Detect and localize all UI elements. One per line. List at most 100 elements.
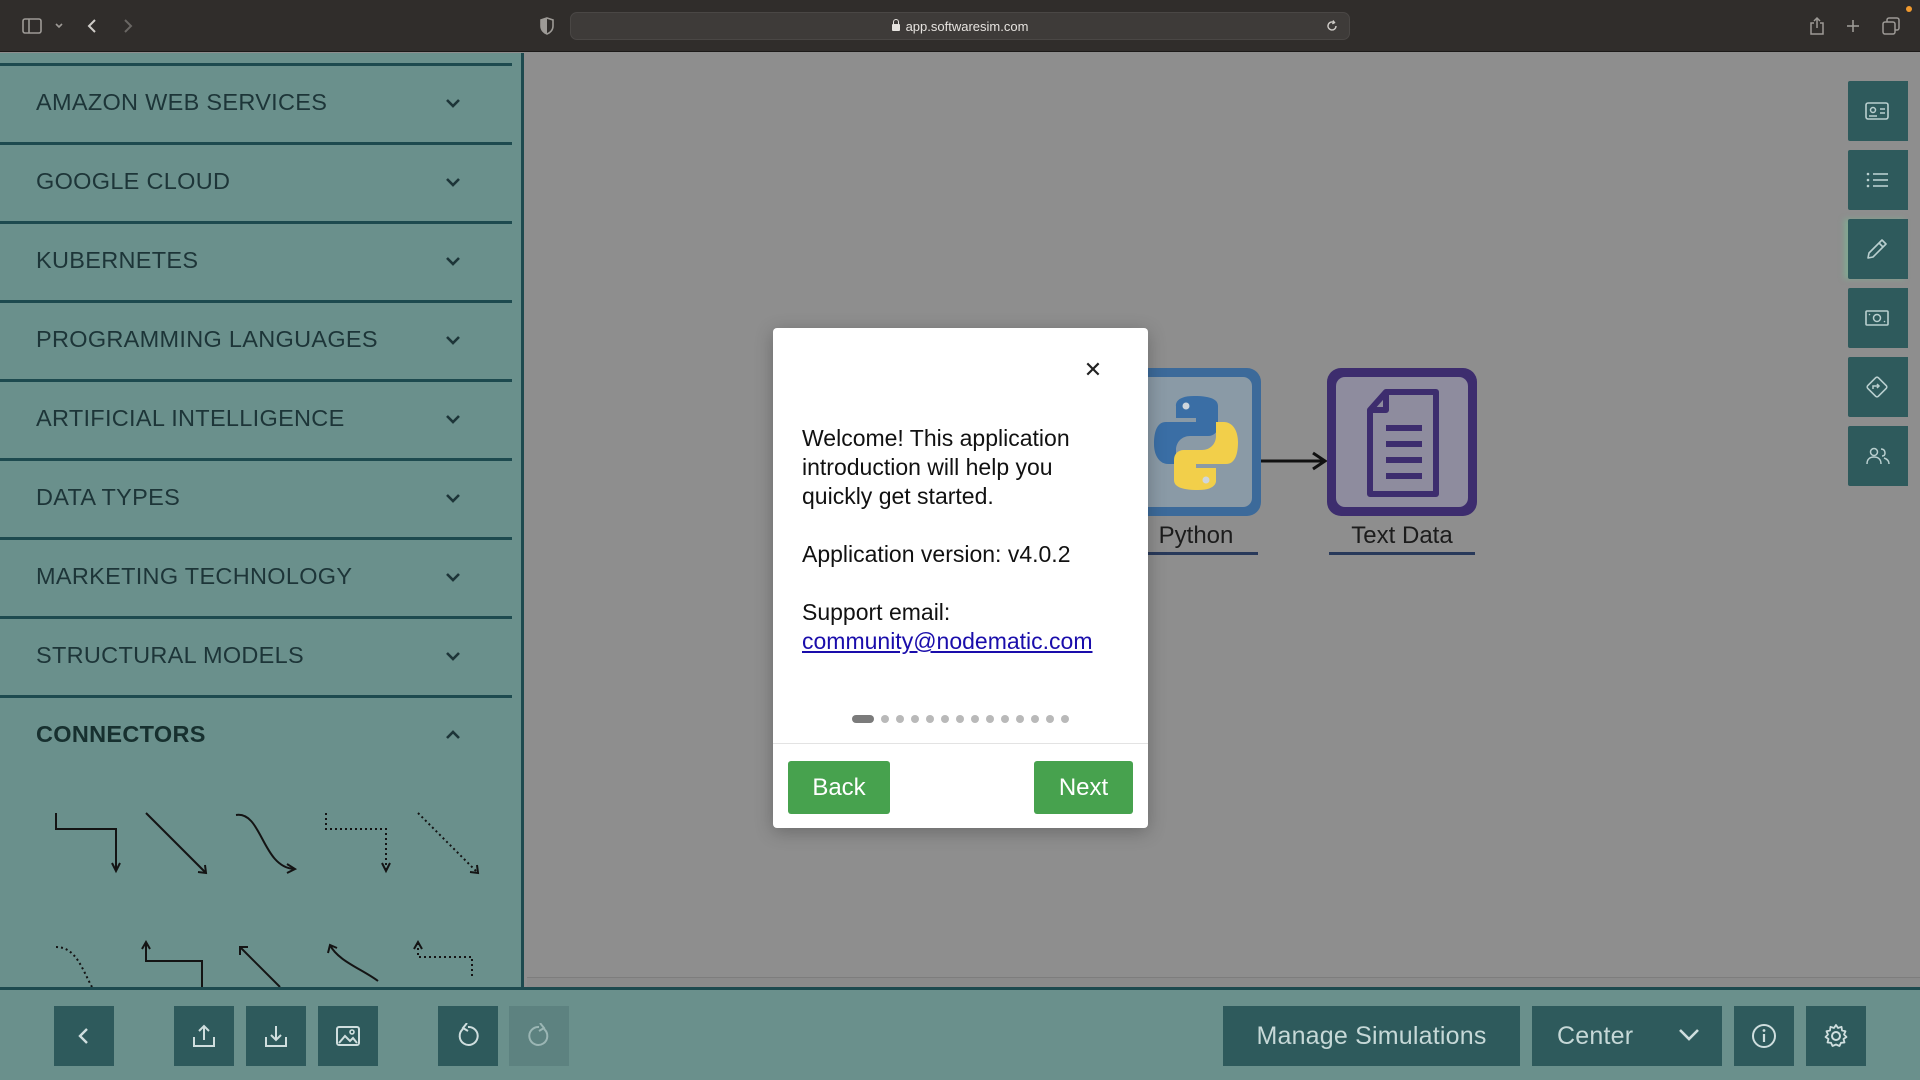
back-button[interactable]: Back <box>788 761 890 814</box>
chevron-left-icon <box>78 1028 88 1044</box>
upload-button[interactable] <box>174 1006 234 1066</box>
category-label: MARKETING TECHNOLOGY <box>36 563 353 589</box>
new-tab-icon[interactable] <box>1842 14 1864 38</box>
pagination-dot[interactable] <box>881 715 889 723</box>
dotted-elbow-up-arrow-icon[interactable] <box>412 939 484 987</box>
diagram-canvas[interactable] <box>527 53 1920 987</box>
close-icon[interactable]: ✕ <box>1081 358 1105 382</box>
chevron-down-icon <box>446 415 460 424</box>
pagination-dot[interactable] <box>911 715 919 723</box>
tool-cost[interactable] <box>1848 288 1908 348</box>
image-icon <box>336 1026 360 1046</box>
dotted-curved-arrow-icon[interactable] <box>52 939 124 987</box>
category-label: KUBERNETES <box>36 247 199 273</box>
category-kubernetes[interactable]: KUBERNETES <box>0 221 512 297</box>
category-label: STRUCTURAL MODELS <box>36 642 304 668</box>
chevron-up-icon <box>446 730 460 739</box>
version-text: Application version: v4.0.2 <box>802 541 1071 567</box>
info-button[interactable] <box>1734 1006 1794 1066</box>
redo-icon <box>528 1023 549 1046</box>
settings-button[interactable] <box>1806 1006 1866 1066</box>
forward-icon[interactable] <box>118 14 138 38</box>
category-label: ARTIFICIAL INTELLIGENCE <box>36 405 345 431</box>
straight-arrow-icon[interactable] <box>140 807 212 879</box>
category-marketing-technology[interactable]: MARKETING TECHNOLOGY <box>0 537 512 613</box>
category-connectors[interactable]: CONNECTORS <box>0 695 512 771</box>
tool-route[interactable] <box>1848 357 1908 417</box>
notification-dot <box>1906 6 1912 12</box>
dotted-elbow-arrow-icon[interactable] <box>322 807 394 879</box>
bottom-toolbar: Manage Simulations Center <box>0 987 1920 1080</box>
pagination-dot[interactable] <box>1001 715 1009 723</box>
sidebar-toggle-icon[interactable] <box>20 14 44 38</box>
category-programming-languages[interactable]: PROGRAMMING LANGUAGES <box>0 300 512 376</box>
reload-icon[interactable] <box>1325 19 1341 35</box>
tab-overview-icon[interactable] <box>1880 14 1902 38</box>
gear-icon <box>1824 1024 1848 1047</box>
python-node[interactable] <box>1130 368 1261 516</box>
node-underline <box>1136 552 1258 555</box>
export-image-button[interactable] <box>318 1006 378 1066</box>
address-bar[interactable]: app.softwaresim.com <box>570 12 1350 40</box>
curved-arrow-icon[interactable] <box>232 807 304 879</box>
python-node-label: Python <box>1158 522 1234 549</box>
pagination-dot[interactable] <box>896 715 904 723</box>
collapse-sidebar-button[interactable] <box>54 1006 114 1066</box>
download-button[interactable] <box>246 1006 306 1066</box>
sidebar-scrollbar[interactable] <box>512 53 521 987</box>
modal-body: Welcome! This application introduction w… <box>802 424 1122 656</box>
manage-simulations-button[interactable]: Manage Simulations <box>1223 1006 1520 1066</box>
tool-properties[interactable] <box>1848 81 1908 141</box>
next-button[interactable]: Next <box>1034 761 1133 814</box>
pagination-dot[interactable] <box>986 715 994 723</box>
category-label: CONNECTORS <box>36 721 206 747</box>
pencil-icon <box>1867 239 1887 259</box>
chevron-down-icon <box>446 99 460 108</box>
pagination-dot[interactable] <box>1046 715 1054 723</box>
text-data-node-label: Text Data <box>1351 522 1453 549</box>
view-select-value: Center <box>1557 1021 1634 1050</box>
text-data-node[interactable] <box>1327 368 1477 516</box>
category-amazon-web-services[interactable]: AMAZON WEB SERVICES <box>0 63 512 139</box>
view-select[interactable]: Center <box>1532 1006 1722 1066</box>
pagination-dot[interactable] <box>1031 715 1039 723</box>
privacy-shield-icon[interactable] <box>536 14 558 38</box>
curved-up-arrow-icon[interactable] <box>322 939 394 987</box>
url-text: app.softwaresim.com <box>905 19 1029 34</box>
tool-list[interactable] <box>1848 150 1908 210</box>
pagination-dot[interactable] <box>1061 715 1069 723</box>
category-data-types[interactable]: DATA TYPES <box>0 458 512 534</box>
category-google-cloud[interactable]: GOOGLE CLOUD <box>0 142 512 218</box>
elbow-arrow-icon[interactable] <box>52 807 124 879</box>
canvas-scrollbar[interactable] <box>527 977 1920 987</box>
connector-arrow[interactable] <box>1261 450 1329 472</box>
tool-edit[interactable] <box>1848 219 1908 279</box>
chevron-down-icon[interactable] <box>52 14 66 38</box>
pagination-dot[interactable] <box>1016 715 1024 723</box>
pagination-dot[interactable] <box>926 715 934 723</box>
category-label: GOOGLE CLOUD <box>36 168 231 194</box>
chevron-down-icon <box>446 494 460 503</box>
pagination-dot[interactable] <box>852 715 874 723</box>
pagination-dot[interactable] <box>941 715 949 723</box>
tool-users[interactable] <box>1848 426 1908 486</box>
category-label: AMAZON WEB SERVICES <box>36 89 328 115</box>
undo-button[interactable] <box>438 1006 498 1066</box>
browser-toolbar: app.softwaresim.com <box>0 0 1920 52</box>
category-structural-models[interactable]: STRUCTURAL MODELS <box>0 616 512 692</box>
pagination-dot[interactable] <box>956 715 964 723</box>
pagination-dot[interactable] <box>971 715 979 723</box>
node-underline <box>1329 552 1475 555</box>
redo-button[interactable] <box>509 1006 569 1066</box>
elbow-up-arrow-icon[interactable] <box>140 939 212 987</box>
support-email-link[interactable]: community@nodematic.com <box>802 627 1122 656</box>
back-icon[interactable] <box>82 14 102 38</box>
dotted-straight-arrow-icon[interactable] <box>412 807 484 879</box>
straight-up-arrow-icon[interactable] <box>232 939 304 987</box>
category-artificial-intelligence[interactable]: ARTIFICIAL INTELLIGENCE <box>0 379 512 455</box>
list-icon <box>1866 172 1888 188</box>
share-icon[interactable] <box>1806 14 1828 38</box>
chevron-down-icon <box>446 573 460 582</box>
category-label: PROGRAMMING LANGUAGES <box>36 326 378 352</box>
chevron-down-icon <box>446 652 460 661</box>
